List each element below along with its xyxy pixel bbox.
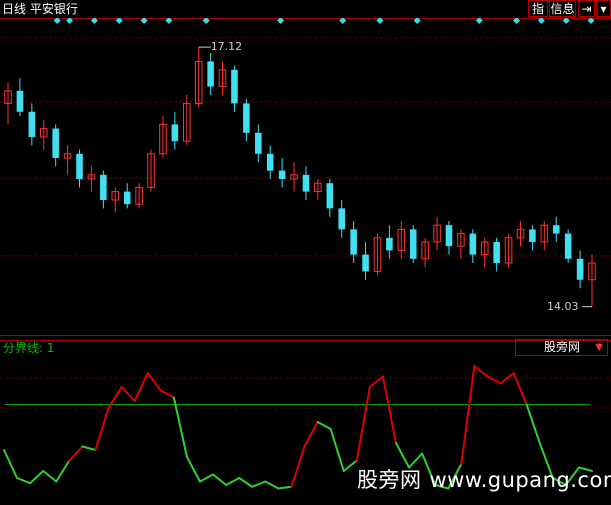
indicator-segment (29, 470, 45, 485)
indicator-segment (342, 459, 358, 472)
indicator-segment (212, 473, 228, 486)
watermark-url: www.gupang.com (429, 468, 611, 492)
candle-body (266, 153, 274, 171)
candle-body (100, 174, 107, 200)
indicator-segment (225, 477, 241, 486)
indicator-segment (525, 403, 541, 444)
candle-body (552, 225, 560, 234)
indicator-segment (460, 365, 476, 465)
top-toolbar: 日线 平安银行 指 信息 ⇥ ▾ (0, 0, 611, 18)
info-button[interactable]: 信息 (549, 0, 576, 17)
candle-body (278, 170, 286, 179)
exit-icon[interactable]: ⇥ (578, 0, 595, 17)
indicator-segment (316, 421, 332, 430)
candle-body (564, 233, 572, 259)
indicator-segment (251, 480, 267, 488)
candle-body (16, 90, 24, 112)
indicator-segment (473, 365, 489, 378)
candle-body (362, 254, 369, 272)
indicator-segment (329, 428, 345, 472)
indicator-segment (159, 389, 175, 399)
indicator-segment (81, 445, 97, 451)
candle-body (302, 174, 310, 192)
indicator-segment (172, 396, 188, 458)
candle-body (469, 233, 477, 255)
candle-body (243, 103, 250, 133)
indicator-segment (94, 407, 110, 451)
indicator-segment (381, 375, 397, 444)
candle-body (338, 208, 345, 230)
candle-body (493, 242, 500, 263)
indicator-segment (486, 375, 502, 385)
menu-chevron-icon[interactable]: ▾ (596, 0, 611, 17)
candle-body (445, 225, 453, 247)
indicator-label: 分界线: 1 (3, 341, 55, 355)
indicator-segment (408, 452, 424, 469)
candle-body (171, 124, 179, 142)
indicator-segment (16, 477, 32, 485)
indicator-segment (395, 442, 411, 469)
indicator-segment (133, 372, 149, 402)
watermark: 股旁网 www.gupang.com (357, 468, 611, 492)
candle-body (76, 153, 83, 179)
indicator-segment (303, 421, 319, 448)
candle-body (123, 191, 131, 205)
indicator-segment (3, 449, 19, 479)
indicator-segment (146, 372, 162, 392)
indicator-segment (42, 470, 58, 483)
price-chart[interactable] (0, 18, 611, 336)
indicator-segment (185, 456, 201, 483)
candle-body (529, 229, 536, 242)
indicator-segment (355, 386, 371, 462)
candle-body (52, 128, 59, 158)
indicator-segment (120, 386, 136, 402)
candle-body (576, 258, 584, 280)
candle-body (326, 183, 334, 209)
indicator-selector-value: 股旁网 (544, 340, 581, 354)
indicator-segment (277, 485, 293, 490)
candle-body (350, 229, 357, 255)
candle-body (409, 229, 417, 259)
indicator-segment (290, 445, 306, 488)
high-price-label: 17.12 (210, 40, 243, 54)
indicator-segment (199, 473, 215, 483)
candle-body (207, 61, 214, 87)
indicator-segment (68, 445, 84, 462)
dropdown-arrow-icon[interactable]: ▼ (595, 340, 603, 355)
candle-body (255, 132, 262, 154)
indicator-segment (55, 459, 71, 483)
indicator-button[interactable]: 指 (528, 0, 548, 17)
watermark-cn: 股旁网 (357, 468, 422, 492)
candle-body (231, 69, 238, 104)
indicator-selector[interactable]: 股旁网 ▼ (515, 339, 608, 356)
low-price-label: 14.03 (547, 299, 579, 313)
indicator-segment (238, 477, 254, 488)
candle-body (386, 237, 393, 251)
candle-body (28, 111, 36, 137)
indicator-segment (264, 480, 280, 490)
chart-title: 日线 平安银行 (2, 2, 78, 16)
